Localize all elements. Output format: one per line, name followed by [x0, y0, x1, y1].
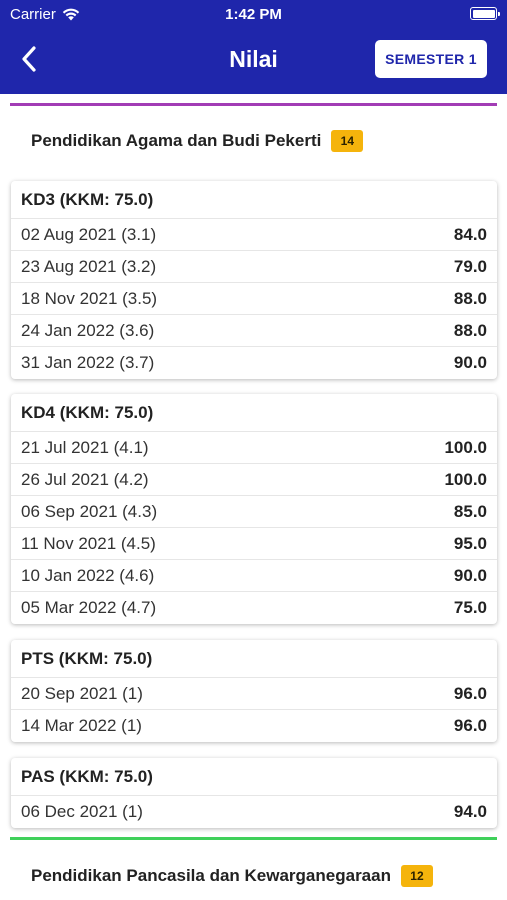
grade-date: 02 Aug 2021 (3.1) [21, 224, 157, 244]
grade-card: PAS (KKM: 75.0) 06 Dec 2021 (1) 94.0 [11, 758, 497, 828]
grade-row: 11 Nov 2021 (4.5) 95.0 [11, 528, 497, 560]
grade-row: 24 Jan 2022 (3.6) 88.0 [11, 315, 497, 347]
grade-score: 84.0 [453, 224, 487, 244]
status-time: 1:42 PM [225, 6, 282, 23]
grade-score: 85.0 [453, 501, 487, 521]
subject-divider [10, 103, 497, 106]
grade-row: 10 Jan 2022 (4.6) 90.0 [11, 560, 497, 592]
grade-row: 02 Aug 2021 (3.1) 84.0 [11, 219, 497, 251]
card-title: PTS (KKM: 75.0) [11, 640, 497, 678]
battery-icon [470, 7, 500, 20]
grade-score: 90.0 [453, 565, 487, 585]
grade-card: PTS (KKM: 75.0) 20 Sep 2021 (1) 96.0 14 … [11, 640, 497, 742]
count-badge: 14 [331, 130, 364, 152]
app-header: Carrier 1:42 PM Nilai SEMESTER 1 [0, 0, 507, 94]
grade-row: 20 Sep 2021 (1) 96.0 [11, 678, 497, 710]
grade-score: 88.0 [453, 320, 487, 340]
grade-card: KD4 (KKM: 75.0) 21 Jul 2021 (4.1) 100.0 … [11, 394, 497, 624]
subject-header[interactable]: Pendidikan Agama dan Budi Pekerti 14 [0, 121, 507, 161]
grade-date: 06 Sep 2021 (4.3) [21, 501, 158, 521]
grade-date: 26 Jul 2021 (4.2) [21, 469, 149, 489]
grade-row: 18 Nov 2021 (3.5) 88.0 [11, 283, 497, 315]
grade-date: 21 Jul 2021 (4.1) [21, 437, 149, 457]
grade-date: 24 Jan 2022 (3.6) [21, 320, 155, 340]
card-title: KD3 (KKM: 75.0) [11, 181, 497, 219]
subject-header[interactable]: Pendidikan Pancasila dan Kewarganegaraan… [0, 856, 507, 896]
grade-score: 95.0 [453, 533, 487, 553]
grade-date: 14 Mar 2022 (1) [21, 716, 142, 735]
grade-score: 96.0 [453, 683, 487, 703]
grade-row: 21 Jul 2021 (4.1) 100.0 [11, 432, 497, 464]
grade-date: 06 Dec 2021 (1) [21, 802, 143, 821]
grade-date: 31 Jan 2022 (3.7) [21, 353, 155, 372]
grade-row: 06 Dec 2021 (1) 94.0 [11, 796, 497, 828]
subject-name: Pendidikan Pancasila dan Kewarganegaraan [31, 866, 391, 885]
grade-date: 10 Jan 2022 (4.6) [21, 565, 155, 585]
grade-row: 05 Mar 2022 (4.7) 75.0 [11, 592, 497, 624]
grade-date: 23 Aug 2021 (3.2) [21, 256, 157, 276]
grade-score: 94.0 [453, 802, 487, 821]
grade-score: 90.0 [453, 353, 487, 372]
grade-row: 06 Sep 2021 (4.3) 85.0 [11, 496, 497, 528]
grade-date: 20 Sep 2021 (1) [21, 683, 143, 703]
grade-date: 18 Nov 2021 (3.5) [21, 288, 158, 308]
grade-card: KD3 (KKM: 75.0) 02 Aug 2021 (3.1) 84.0 2… [11, 181, 497, 379]
count-badge: 12 [400, 865, 433, 887]
grade-row: 26 Jul 2021 (4.2) 100.0 [11, 464, 497, 496]
subject-divider [10, 837, 497, 840]
status-bar: Carrier 1:42 PM [0, 0, 507, 28]
grade-score: 100.0 [444, 469, 487, 489]
grades-list[interactable]: Pendidikan Agama dan Budi Pekerti 14 KD3… [0, 94, 507, 900]
grade-score: 75.0 [453, 598, 487, 617]
grade-score: 96.0 [453, 716, 487, 735]
grade-date: 05 Mar 2022 (4.7) [21, 598, 157, 617]
subject-name: Pendidikan Agama dan Budi Pekerti [31, 131, 322, 150]
grade-score: 88.0 [453, 288, 487, 308]
semester-button[interactable]: SEMESTER 1 [375, 40, 487, 78]
grade-score: 79.0 [453, 256, 487, 276]
grade-row: 14 Mar 2022 (1) 96.0 [11, 710, 497, 742]
grade-row: 31 Jan 2022 (3.7) 90.0 [11, 347, 497, 379]
grade-score: 100.0 [444, 437, 487, 457]
grade-date: 11 Nov 2021 (4.5) [21, 533, 156, 553]
card-title: KD4 (KKM: 75.0) [11, 394, 497, 432]
card-title: PAS (KKM: 75.0) [11, 758, 497, 796]
grade-row: 23 Aug 2021 (3.2) 79.0 [11, 251, 497, 283]
